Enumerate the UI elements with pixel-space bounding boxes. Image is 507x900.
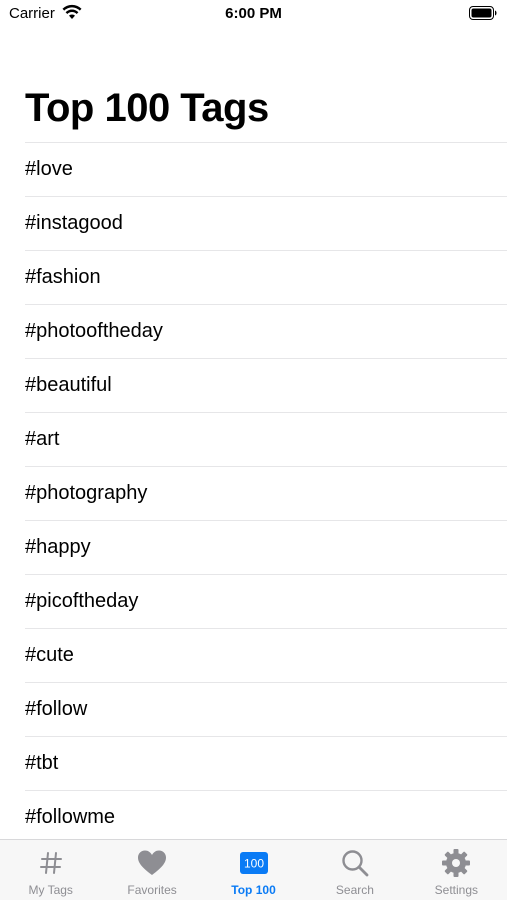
- tab-label: Settings: [434, 883, 478, 897]
- tag-list-item[interactable]: #love: [25, 143, 507, 197]
- heart-icon: [137, 848, 167, 878]
- magnifying-glass-icon: [340, 848, 370, 878]
- tab-label: Search: [335, 883, 374, 897]
- tag-list-item[interactable]: #instagood: [25, 197, 507, 251]
- tab-label: Favorites: [127, 883, 177, 897]
- status-bar: Carrier 6:00 PM: [0, 0, 507, 30]
- status-time: 6:00 PM: [225, 5, 282, 22]
- tag-list-item[interactable]: #tbt: [25, 737, 507, 791]
- top-100-badge-text: 100: [244, 857, 264, 871]
- battery-icon: [469, 6, 497, 20]
- tab-label: Top 100: [231, 883, 276, 897]
- tag-list-item[interactable]: #cute: [25, 629, 507, 683]
- app-screen: Carrier 6:00 PM Top 100 Tags #love #inst…: [0, 0, 507, 900]
- tag-list-item[interactable]: #follow: [25, 683, 507, 737]
- gear-icon: [441, 848, 471, 878]
- hashtag-icon: [36, 848, 66, 878]
- tab-settings[interactable]: Settings: [406, 840, 507, 900]
- tag-list-item[interactable]: #art: [25, 413, 507, 467]
- tag-list-item[interactable]: #picoftheday: [25, 575, 507, 629]
- tag-list-item[interactable]: #photooftheday: [25, 305, 507, 359]
- tab-my-tags[interactable]: My Tags: [0, 840, 101, 900]
- tag-list-item[interactable]: #happy: [25, 521, 507, 575]
- tag-list-item[interactable]: #followme: [25, 791, 507, 845]
- tag-list: #love #instagood #fashion #photooftheday…: [25, 142, 507, 845]
- tab-label: My Tags: [28, 883, 73, 897]
- tab-top-100[interactable]: 100 Top 100: [203, 840, 304, 900]
- tab-favorites[interactable]: Favorites: [101, 840, 202, 900]
- tab-search[interactable]: Search: [304, 840, 405, 900]
- page-title: Top 100 Tags: [25, 86, 269, 130]
- top-100-badge-icon: 100: [239, 848, 269, 878]
- tag-list-item[interactable]: #fashion: [25, 251, 507, 305]
- tab-bar: My Tags Favorites 100 Top 100 Search Set…: [0, 839, 507, 900]
- tag-list-item[interactable]: #beautiful: [25, 359, 507, 413]
- tag-list-item[interactable]: #photography: [25, 467, 507, 521]
